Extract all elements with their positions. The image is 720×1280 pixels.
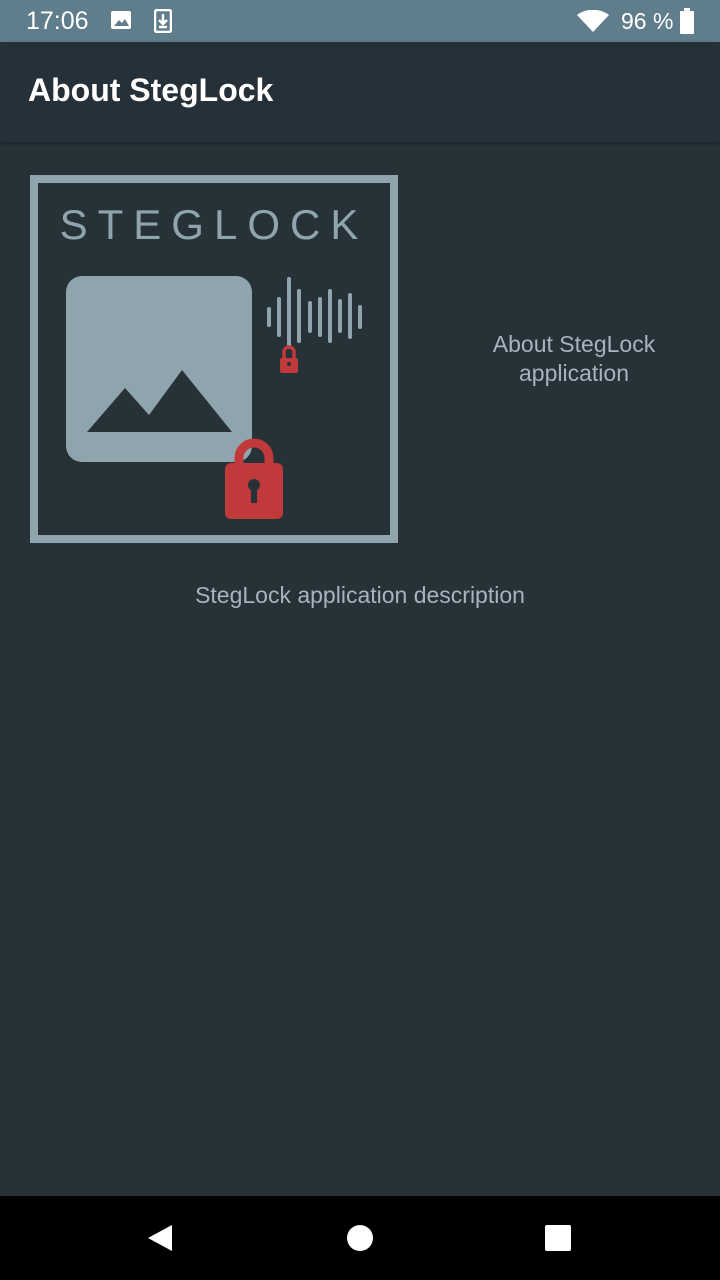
battery-percent: 96 % xyxy=(621,8,674,34)
status-bar: 17:06 96 % xyxy=(0,0,720,42)
logo-wordmark: STEGLOCK xyxy=(60,201,369,248)
image-notification-icon xyxy=(111,11,131,29)
small-lock-icon xyxy=(280,345,298,373)
app-description: StegLock application description xyxy=(195,582,525,608)
recents-icon[interactable] xyxy=(538,1218,578,1258)
status-time: 17:06 xyxy=(26,7,89,35)
about-content: STEGLOCK About StegLock application Steg… xyxy=(0,142,720,1196)
home-icon[interactable] xyxy=(340,1218,380,1258)
wifi-icon xyxy=(577,10,609,32)
steglock-logo: STEGLOCK xyxy=(30,175,398,543)
page-title: About StegLock xyxy=(28,72,274,108)
battery-icon xyxy=(680,8,694,34)
back-icon[interactable] xyxy=(140,1218,180,1258)
navigation-bar xyxy=(0,1196,720,1280)
about-label: About StegLock application xyxy=(492,331,656,386)
download-notification-icon xyxy=(154,9,172,33)
soundwave-icon xyxy=(267,277,362,349)
app-bar: About StegLock xyxy=(0,42,720,142)
picture-icon xyxy=(66,276,252,462)
